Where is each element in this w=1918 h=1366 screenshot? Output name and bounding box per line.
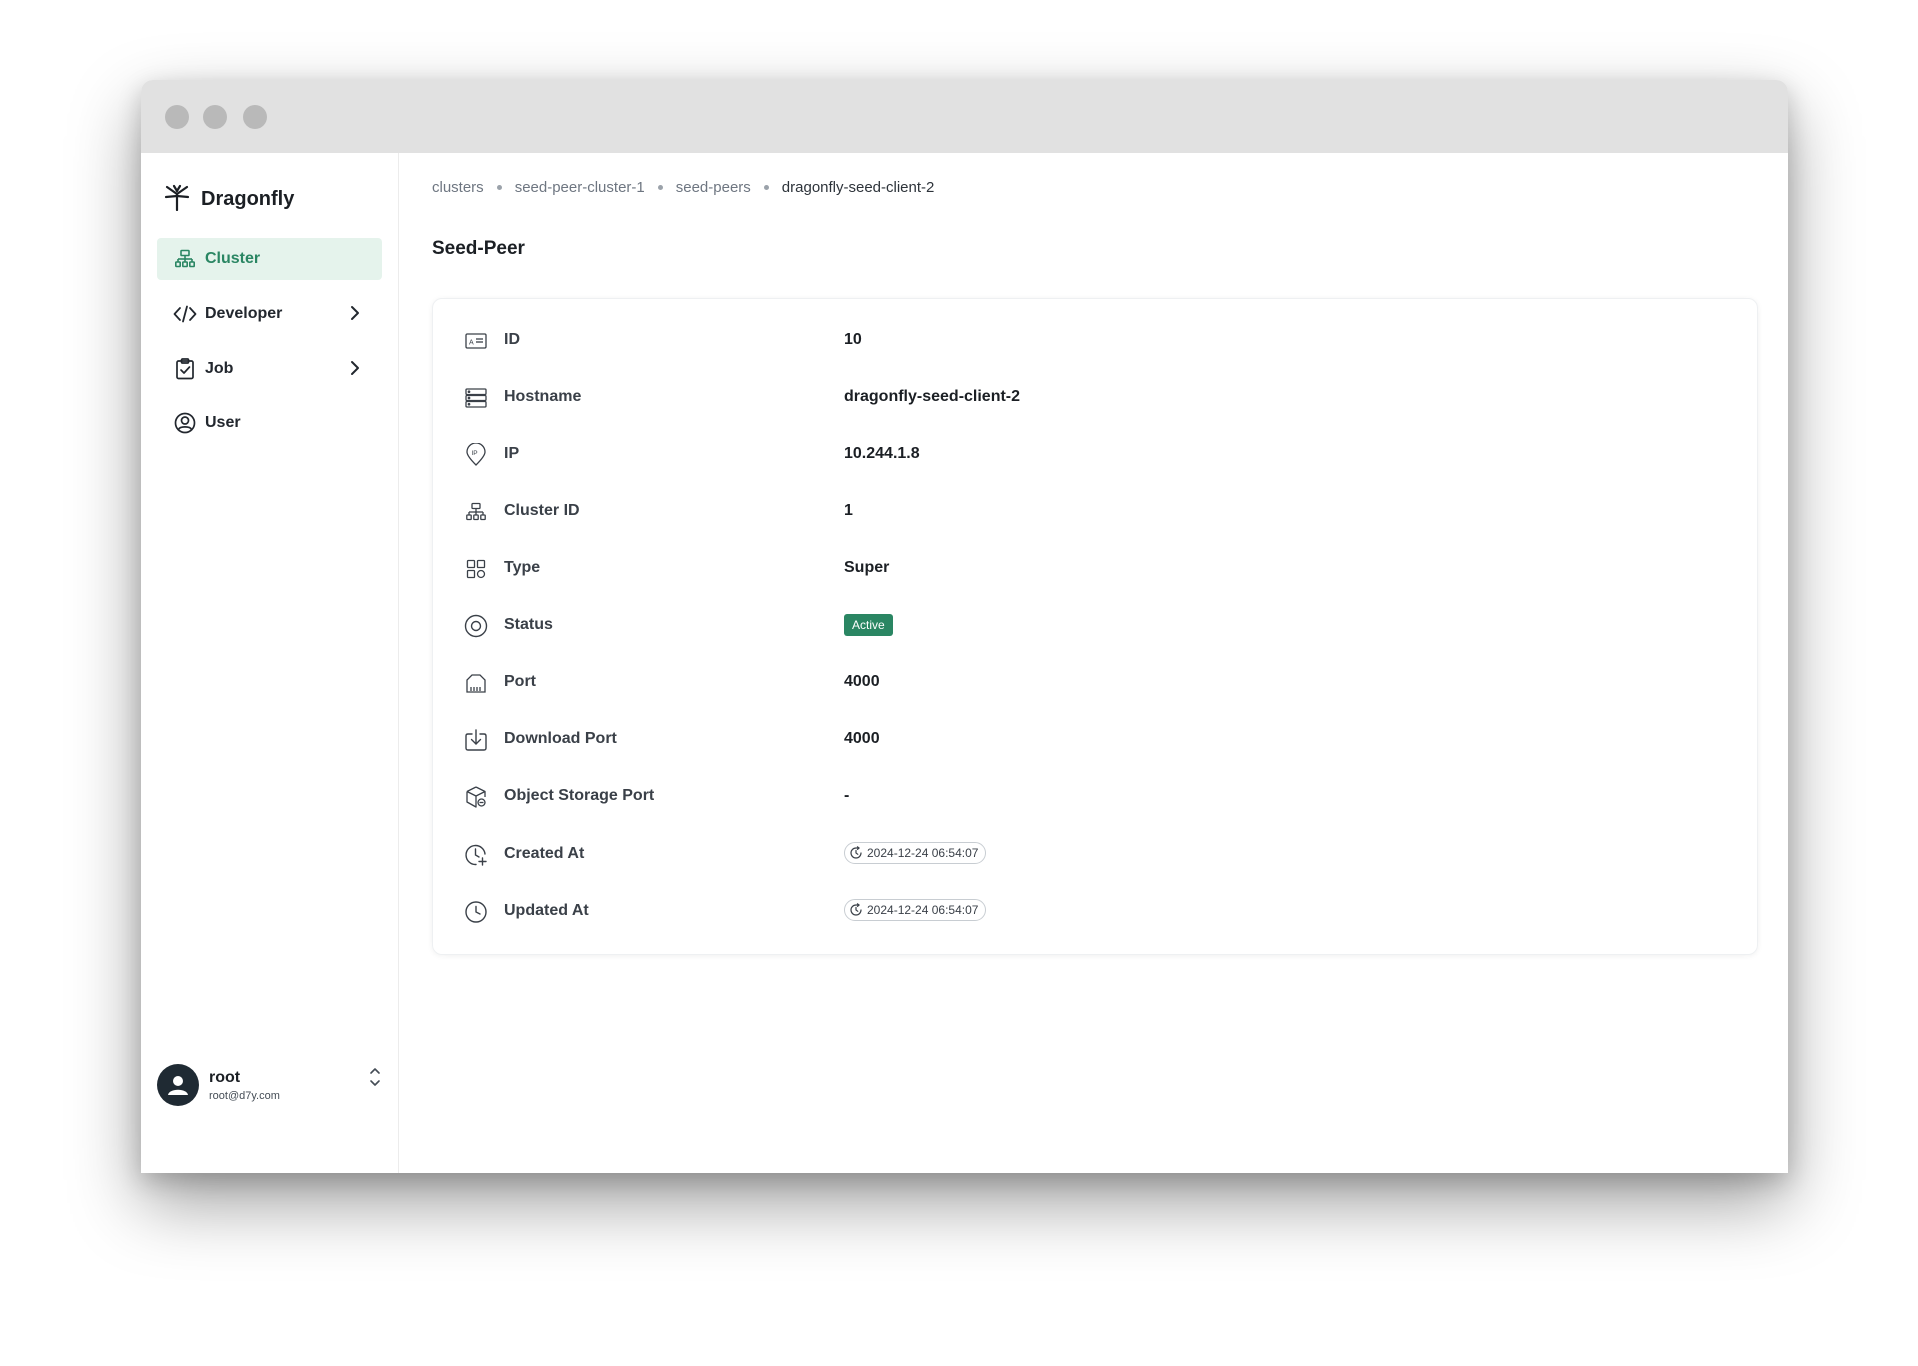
- updated-at-chip: 2024-12-24 06:54:07: [844, 899, 987, 921]
- user-profile[interactable]: root root@d7y.com: [157, 1062, 385, 1108]
- detail-row-cluster-id: Cluster ID 1: [463, 496, 853, 528]
- code-icon: [173, 302, 197, 326]
- updated-at-value: 2024-12-24 06:54:07: [867, 903, 979, 917]
- detail-label: Created At: [504, 845, 585, 862]
- user-name: root: [209, 1068, 241, 1086]
- main-content: clusters seed-peer-cluster-1 seed-peers …: [400, 153, 1788, 1173]
- detail-row-object-storage-port: Object Storage Port -: [463, 781, 849, 813]
- sidebar-item-user[interactable]: User: [157, 402, 382, 444]
- detail-value-port: 4000: [844, 673, 880, 690]
- history-icon: [850, 903, 862, 916]
- detail-label: Status: [504, 616, 553, 633]
- sidebar-item-label: User: [205, 414, 241, 431]
- download-icon: [463, 727, 489, 753]
- detail-row-updated-at: Updated At 2024-12-24 06:54:07: [463, 896, 987, 928]
- clock-icon: [463, 899, 489, 925]
- status-badge: Active: [844, 614, 893, 636]
- detail-label: Updated At: [504, 902, 589, 919]
- detail-value-download-port: 4000: [844, 730, 880, 747]
- detail-row-id: A ID 10: [463, 325, 862, 357]
- created-at-value: 2024-12-24 06:54:07: [867, 846, 979, 860]
- breadcrumb-link-clusters[interactable]: clusters: [432, 179, 484, 196]
- svg-text:A: A: [469, 340, 474, 347]
- breadcrumb-separator: [496, 185, 502, 190]
- detail-row-ip: IP IP 10.244.1.8: [463, 439, 920, 471]
- status-icon: [463, 613, 489, 639]
- detail-label: Download Port: [504, 730, 617, 747]
- chevron-right-icon: [350, 305, 360, 326]
- detail-value-cluster-id: 1: [844, 502, 853, 519]
- window-maximize-dot[interactable]: [243, 105, 267, 129]
- history-icon: [850, 846, 862, 859]
- sidebar-item-label: Developer: [205, 305, 283, 322]
- id-card-icon: A: [463, 328, 489, 354]
- breadcrumb-current: dragonfly-seed-client-2: [781, 179, 935, 196]
- sidebar-item-label: Cluster: [205, 250, 261, 267]
- browser-window: Dragonfly Cluster Developer Job User roo…: [141, 80, 1788, 1173]
- type-grid-icon: [463, 556, 489, 582]
- window-titlebar: [141, 80, 1788, 153]
- user-email: root@d7y.com: [209, 1089, 280, 1102]
- brand-name: Dragonfly: [201, 188, 295, 210]
- detail-row-hostname: Hostname dragonfly-seed-client-2: [463, 382, 1020, 414]
- window-minimize-dot[interactable]: [203, 105, 227, 129]
- detail-value-ip: 10.244.1.8: [844, 445, 920, 462]
- server-icon: [463, 385, 489, 411]
- detail-value-type: Super: [844, 559, 890, 576]
- ethernet-port-icon: [463, 670, 489, 696]
- detail-row-type: Type Super: [463, 553, 889, 585]
- clock-plus-icon: [463, 842, 489, 868]
- detail-row-download-port: Download Port 4000: [463, 724, 880, 756]
- detail-label: Hostname: [504, 388, 582, 405]
- detail-row-status: Status Active: [463, 610, 893, 642]
- page-title: Seed-Peer: [432, 238, 525, 259]
- object-storage-box-icon: [463, 784, 489, 810]
- detail-label: Object Storage Port: [504, 787, 655, 804]
- detail-label: ID: [504, 331, 520, 348]
- detail-label: Port: [504, 673, 536, 690]
- detail-label: Cluster ID: [504, 502, 580, 519]
- avatar: [157, 1064, 199, 1106]
- ip-location-icon: IP: [463, 442, 489, 468]
- detail-value-object-storage-port: -: [844, 787, 850, 804]
- detail-row-port: Port 4000: [463, 667, 880, 699]
- sidebar-item-label: Job: [205, 360, 234, 377]
- brand[interactable]: Dragonfly: [163, 183, 294, 216]
- breadcrumb-link-seed-peers[interactable]: seed-peers: [676, 179, 751, 196]
- breadcrumb-separator: [763, 185, 769, 190]
- breadcrumb: clusters seed-peer-cluster-1 seed-peers …: [432, 179, 934, 196]
- detail-value-id: 10: [844, 331, 862, 348]
- dragonfly-logo-icon: [163, 183, 191, 216]
- person-icon: [168, 1076, 188, 1095]
- sidebar: Dragonfly Cluster Developer Job User roo…: [141, 153, 399, 1173]
- svg-text:IP: IP: [472, 450, 478, 457]
- job-icon: [173, 357, 197, 381]
- detail-value-hostname: dragonfly-seed-client-2: [844, 388, 1021, 405]
- app-container: Dragonfly Cluster Developer Job User roo…: [141, 153, 1788, 1173]
- sidebar-item-cluster[interactable]: Cluster: [157, 238, 382, 280]
- breadcrumb-link-cluster[interactable]: seed-peer-cluster-1: [515, 179, 645, 196]
- seed-peer-detail-card: A ID 10 Hostname dragonfly-seed-client-2…: [432, 298, 1758, 955]
- cluster-icon: [173, 247, 197, 271]
- breadcrumb-separator: [657, 185, 663, 190]
- cluster-icon: [463, 499, 489, 525]
- sidebar-item-job[interactable]: Job: [157, 348, 382, 390]
- expand-collapse-icon[interactable]: [369, 1066, 381, 1093]
- window-close-dot[interactable]: [165, 105, 189, 129]
- detail-row-created-at: Created At 2024-12-24 06:54:07: [463, 839, 987, 871]
- created-at-chip: 2024-12-24 06:54:07: [844, 842, 987, 864]
- user-icon: [173, 411, 197, 435]
- detail-label: IP: [504, 445, 520, 462]
- detail-label: Type: [504, 559, 541, 576]
- sidebar-item-developer[interactable]: Developer: [157, 293, 382, 335]
- chevron-right-icon: [350, 360, 360, 381]
